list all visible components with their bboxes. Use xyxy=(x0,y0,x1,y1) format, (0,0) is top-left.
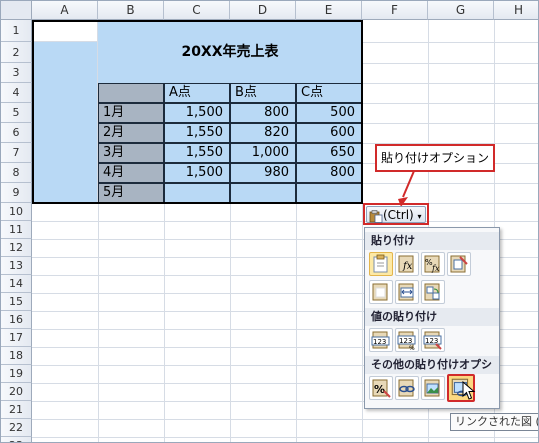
row-header-14[interactable]: 14 xyxy=(1,275,32,293)
table-cell[interactable]: 1,550 xyxy=(164,143,230,163)
section-paste-values: 値の貼り付け xyxy=(365,308,499,326)
table-cell[interactable]: 1,500 xyxy=(164,163,230,183)
column-header-f[interactable]: F xyxy=(362,1,428,20)
row-header-6[interactable]: 6 xyxy=(1,123,32,143)
section-paste: 貼り付け xyxy=(365,232,499,250)
table-cell[interactable] xyxy=(296,183,362,203)
keep-column-widths-icon[interactable] xyxy=(395,280,419,304)
row-header-7[interactable]: 7 xyxy=(1,143,32,163)
row-header-5[interactable]: 5 xyxy=(1,103,32,123)
table-cell[interactable]: 500 xyxy=(296,103,362,123)
month-label[interactable]: 4月 xyxy=(98,163,164,183)
paste-icon[interactable] xyxy=(369,252,393,276)
table-cell[interactable]: 820 xyxy=(230,123,296,143)
month-label[interactable]: 2月 xyxy=(98,123,164,143)
row-header-4[interactable]: 4 xyxy=(1,83,32,103)
formulas-icon[interactable]: fx xyxy=(395,252,419,276)
month-label[interactable]: 5月 xyxy=(98,183,164,203)
row-header-22[interactable]: 22 xyxy=(1,419,32,437)
table-cell[interactable]: 1,500 xyxy=(164,103,230,123)
table-cell[interactable]: 800 xyxy=(230,103,296,123)
row-header-2[interactable]: 2 xyxy=(1,42,32,63)
svg-text:fx: fx xyxy=(431,264,440,273)
fill-region-col-a[interactable] xyxy=(32,42,98,203)
row-header-10[interactable]: 10 xyxy=(1,203,32,221)
paste-link-icon[interactable] xyxy=(395,376,419,400)
table-cell[interactable]: 980 xyxy=(230,163,296,183)
table-cell[interactable]: 800 xyxy=(296,163,362,183)
svg-text:%: % xyxy=(409,345,415,351)
svg-text:%: % xyxy=(374,383,385,396)
paste-options-menu: 貼り付け fx % fx 値の貼り付け 123 123% 123 その他の貼り付… xyxy=(364,227,500,409)
values-icon[interactable]: 123 xyxy=(369,328,393,352)
row-header-8[interactable]: 8 xyxy=(1,163,32,183)
month-label[interactable]: 3月 xyxy=(98,143,164,163)
column-header-a[interactable]: A xyxy=(32,1,98,20)
table-cell[interactable] xyxy=(230,183,296,203)
row-header-12[interactable]: 12 xyxy=(1,239,32,257)
column-header-d[interactable]: D xyxy=(230,1,296,20)
cell-a1[interactable] xyxy=(32,20,98,42)
clipboard-icon xyxy=(369,209,383,223)
table-cell[interactable]: 650 xyxy=(296,143,362,163)
svg-text:fx: fx xyxy=(402,261,413,272)
row-header-17[interactable]: 17 xyxy=(1,329,32,347)
month-label[interactable]: 1月 xyxy=(98,103,164,123)
cell-b4[interactable] xyxy=(98,83,164,103)
transpose-icon[interactable] xyxy=(421,280,445,304)
column-header-h[interactable]: H xyxy=(494,1,538,20)
picture-icon[interactable] xyxy=(421,376,445,400)
spreadsheet-window: A B C D E F G H 1 2 3 4 5 6 7 8 9 10 11 … xyxy=(0,0,539,443)
values-source-formatting-icon[interactable]: 123 xyxy=(421,328,445,352)
row-header-11[interactable]: 11 xyxy=(1,221,32,239)
mouse-cursor-icon xyxy=(462,381,476,400)
column-header-e[interactable]: E xyxy=(296,1,362,20)
row-header-16[interactable]: 16 xyxy=(1,311,32,329)
row-header-20[interactable]: 20 xyxy=(1,383,32,401)
svg-text:123: 123 xyxy=(399,337,412,345)
row-header-13[interactable]: 13 xyxy=(1,257,32,275)
table-header-a[interactable]: A点 xyxy=(164,83,230,103)
row-header-15[interactable]: 15 xyxy=(1,293,32,311)
tooltip: リンクされた図 (I) xyxy=(450,413,538,431)
keep-source-formatting-icon[interactable] xyxy=(447,252,471,276)
table-cell[interactable] xyxy=(164,183,230,203)
table-cell[interactable]: 1,550 xyxy=(164,123,230,143)
row-header-23[interactable]: 23 xyxy=(1,437,32,442)
row-header-9[interactable]: 9 xyxy=(1,183,32,203)
row-header-18[interactable]: 18 xyxy=(1,347,32,365)
row-header-19[interactable]: 19 xyxy=(1,365,32,383)
svg-text:123: 123 xyxy=(373,338,386,346)
paste-options-button[interactable]: (Ctrl) ▾ xyxy=(366,206,426,223)
table-header-b[interactable]: B点 xyxy=(230,83,296,103)
column-header-c[interactable]: C xyxy=(164,1,230,20)
dropdown-arrow-icon: ▾ xyxy=(417,212,422,221)
sheet-title: 20XX年売上表 xyxy=(181,44,279,60)
values-number-format-icon[interactable]: 123% xyxy=(395,328,419,352)
row-header-3[interactable]: 3 xyxy=(1,63,32,83)
paste-options-callout: 貼り付けオプション xyxy=(375,144,496,172)
paste-button-label: (Ctrl) xyxy=(383,208,414,222)
column-header-g[interactable]: G xyxy=(428,1,494,20)
section-other-paste-options: その他の貼り付けオプション xyxy=(365,356,499,389)
formatting-icon[interactable]: % xyxy=(369,376,393,400)
formulas-number-format-icon[interactable]: % fx xyxy=(421,252,445,276)
row-header-1[interactable]: 1 xyxy=(1,20,32,42)
row-header-21[interactable]: 21 xyxy=(1,401,32,419)
column-header-b[interactable]: B xyxy=(98,1,164,20)
select-all-corner[interactable] xyxy=(1,1,32,20)
table-cell[interactable]: 600 xyxy=(296,123,362,143)
table-header-c[interactable]: C点 xyxy=(296,83,362,103)
table-cell[interactable]: 1,000 xyxy=(230,143,296,163)
no-borders-icon[interactable] xyxy=(369,280,393,304)
